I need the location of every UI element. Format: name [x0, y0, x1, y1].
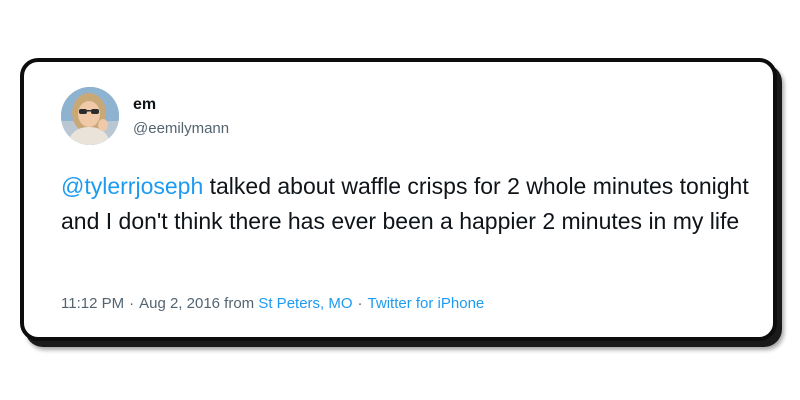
mention-link[interactable]: @tylerrjoseph — [61, 173, 203, 199]
from-label: from — [224, 295, 255, 312]
page: em @eemilymann @tylerrjoseph talked abou… — [0, 0, 800, 400]
meta-separator: · — [129, 295, 135, 312]
avatar-photo-icon — [61, 87, 119, 145]
tweet-meta: 11:12 PM · Aug 2, 2016 from St Peters, MO ·… — [61, 295, 484, 313]
author-handle[interactable]: @eemilymann — [133, 120, 229, 138]
tweet-card: em @eemilymann @tylerrjoseph talked abou… — [20, 58, 777, 341]
tweet-date[interactable]: Aug 2, 2016 — [139, 295, 220, 312]
avatar[interactable] — [61, 87, 119, 145]
tweet-time[interactable]: 11:12 PM — [61, 295, 124, 312]
client-link[interactable]: Twitter for iPhone — [368, 295, 485, 312]
meta-separator: · — [357, 295, 363, 312]
location-link[interactable]: St Peters, MO — [258, 295, 352, 312]
tweet-text: @tylerrjoseph talked about waffle crisps… — [61, 169, 751, 239]
author-name[interactable]: em — [133, 96, 156, 114]
